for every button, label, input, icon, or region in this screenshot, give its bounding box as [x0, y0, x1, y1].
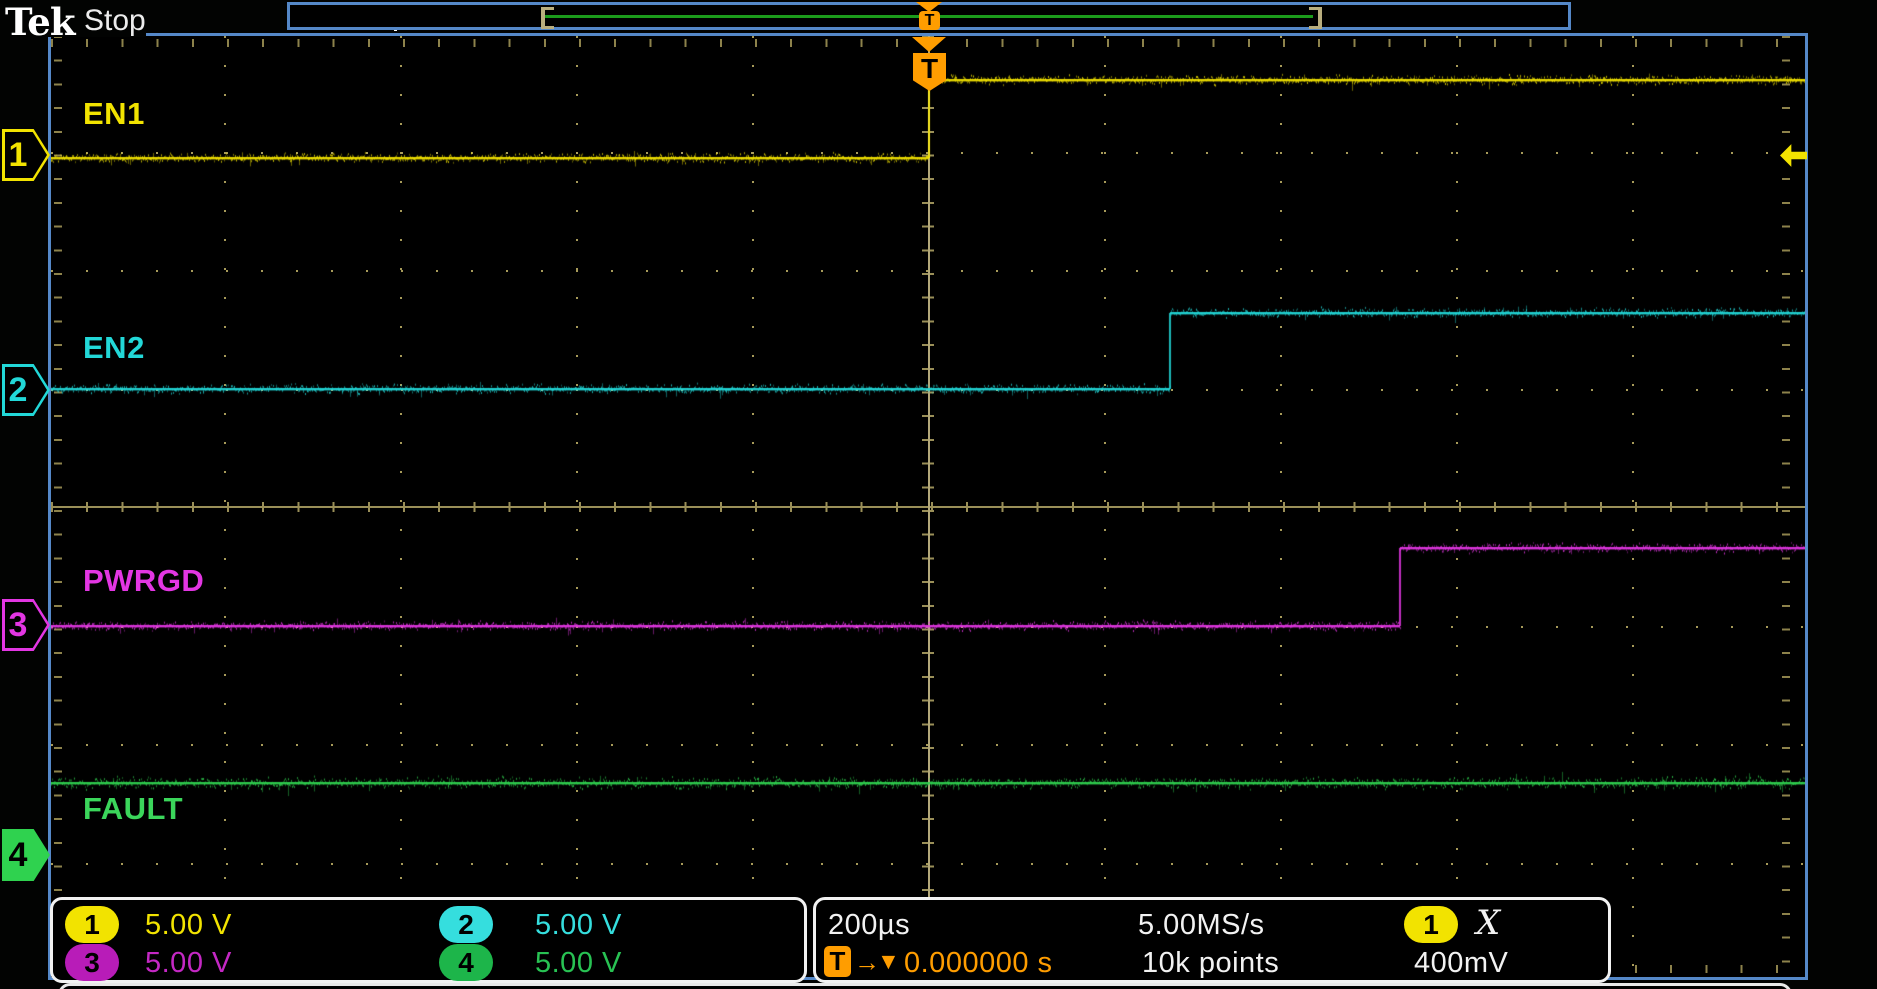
trace-label-fault: FAULT — [83, 791, 183, 827]
timebase-scale: 200µs — [828, 909, 910, 942]
trigger-level-value: 400mV — [1414, 947, 1508, 980]
channel-2-badge: 2 — [439, 906, 493, 943]
channel-4-badge: 4 — [439, 944, 493, 981]
trace-label-en1: EN1 — [83, 96, 145, 132]
oscilloscope-screen: Tek Stop T T 1 2 3 4 EN1 EN2 PWRGD FAULT… — [0, 0, 1877, 989]
trigger-position-arrow-icon — [912, 37, 946, 52]
channel-4-scale: 5.00 V — [535, 947, 622, 980]
graticule — [48, 33, 1808, 980]
bottom-menu-bar — [58, 983, 1792, 989]
channel-2-ground-marker: 2 — [2, 364, 50, 416]
trigger-delay-t-icon: T — [824, 946, 851, 977]
channel-1-scale: 5.00 V — [145, 909, 232, 942]
waveform-canvas — [51, 36, 1805, 977]
trace-label-en2: EN2 — [83, 330, 145, 366]
record-trigger-t-badge: T — [919, 11, 940, 30]
tek-logo: Tek — [5, 0, 74, 44]
channel-3-badge: 3 — [65, 944, 119, 981]
channel-readout-box: 1 5.00 V 2 5.00 V 3 5.00 V 4 5.00 V — [50, 897, 807, 983]
trigger-slope-symbol: X — [1476, 903, 1501, 943]
trigger-source-badge: 1 — [1404, 906, 1458, 943]
trigger-delay-value: 0.000000 s — [904, 947, 1053, 980]
acquisition-status: Stop — [84, 4, 146, 38]
record-window-bracket-right — [1309, 7, 1322, 29]
channel-1-ground-marker: 1 — [2, 129, 50, 181]
channel-3-scale: 5.00 V — [145, 947, 232, 980]
channel-3-ground-marker: 3 — [2, 599, 50, 651]
channel-4-ground-marker: 4 — [2, 829, 50, 881]
record-length: 10k points — [1142, 947, 1279, 980]
record-window-bracket-left — [541, 7, 554, 29]
trigger-delay-marker-icon: ▼ — [877, 948, 900, 975]
horizontal-trigger-readout-box: 200µs 5.00MS/s 1 X T → ▼ 0.000000 s 10k … — [813, 897, 1611, 983]
sample-rate: 5.00MS/s — [1138, 909, 1265, 942]
channel-1-badge: 1 — [65, 906, 119, 943]
trace-label-pwrgd: PWRGD — [83, 563, 204, 599]
channel-2-scale: 5.00 V — [535, 909, 622, 942]
